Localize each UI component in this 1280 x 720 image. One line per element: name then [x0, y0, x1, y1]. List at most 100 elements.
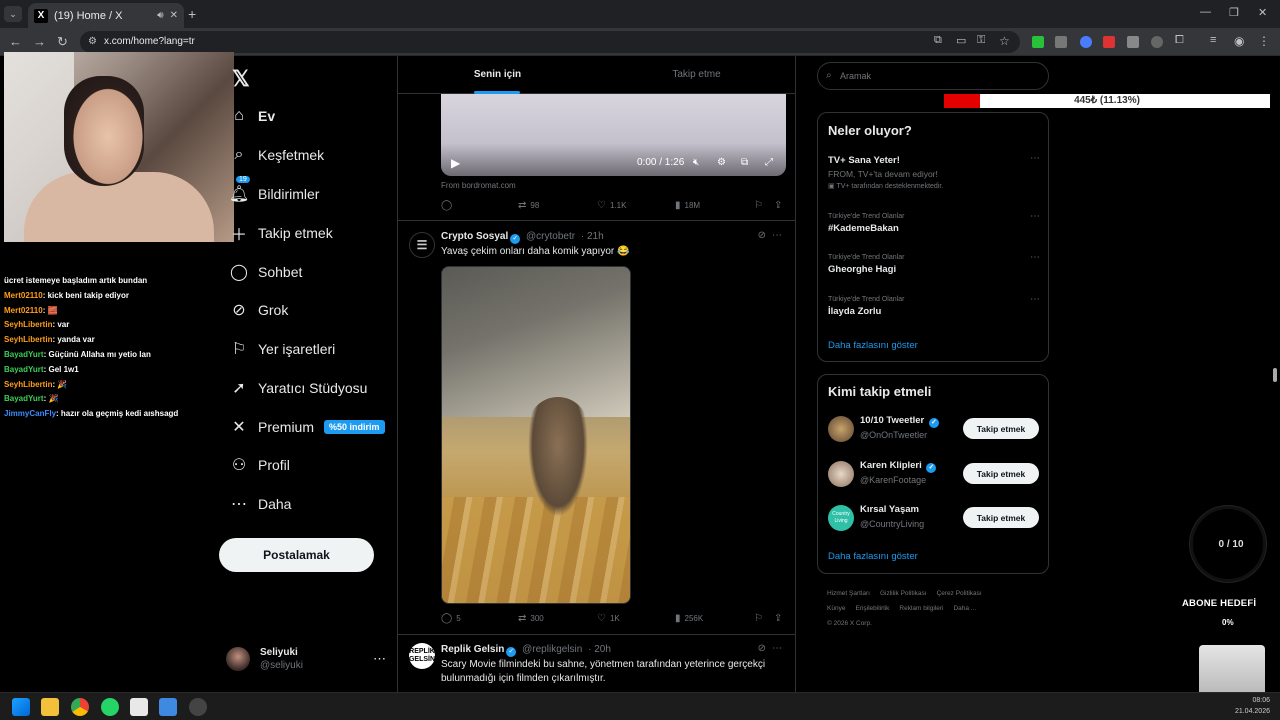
extension-green-icon[interactable] [1032, 36, 1044, 48]
follow-button[interactable]: Takip etmek [963, 507, 1039, 528]
chrome-icon[interactable] [71, 698, 89, 716]
tab-close-icon[interactable]: ✕ [170, 10, 178, 21]
cast-icon[interactable]: ▭ [956, 34, 966, 47]
show-more-link[interactable]: Daha fazlasını göster [828, 551, 918, 562]
footer-link[interactable]: Reklam bilgileri [899, 605, 943, 612]
nav-item-7[interactable]: ➚ Yaratıcı Stüdyosu [222, 372, 367, 404]
close-window-icon[interactable]: ✕ [1258, 6, 1267, 19]
grok-icon[interactable]: ⊘ [758, 230, 766, 241]
tweet-author-handle[interactable]: @replikgelsin [522, 644, 582, 655]
retweet-button[interactable]: ⇄ 98 [518, 200, 539, 211]
back-icon[interactable]: ← [9, 34, 22, 49]
follow-suggestion[interactable]: Country Living Kırsal Yaşam @CountryLivi… [828, 503, 1040, 533]
browser-tab-x-home[interactable]: X (19) Home / X 🔊︎ ✕ [28, 3, 184, 28]
tweet-author-name[interactable]: Crypto Sosyal [441, 231, 508, 242]
trend-item[interactable]: TV+ Sana Yeter! FROM, TV+'ta devam ediyo… [828, 153, 1040, 190]
reading-list-icon[interactable]: ≡ [1210, 34, 1216, 46]
nav-item-0[interactable]: ⌂ Ev [222, 100, 275, 132]
card-source[interactable]: From bordromat.com [441, 181, 516, 190]
trend-item[interactable]: Türkiye'de Trend Olanlar #KademeBakan ⋯ [828, 211, 1040, 234]
settings-gear-icon[interactable]: ⚙ [717, 157, 726, 168]
scrollbar-thumb[interactable] [1273, 368, 1277, 382]
mute-icon[interactable]: 🔇︎ [693, 157, 699, 168]
nav-item-10[interactable]: ⋯ Daha [222, 488, 291, 520]
search-input[interactable]: ⌕ Aramak [817, 62, 1049, 90]
more-horizontal-icon[interactable]: ⋯ [1030, 294, 1040, 305]
more-horizontal-icon[interactable]: ⋯ [772, 643, 782, 654]
bookmark-button[interactable]: ⚐ [754, 200, 767, 211]
extension-blue-icon[interactable] [1080, 36, 1092, 48]
tab-following[interactable]: Takip etme [597, 56, 795, 94]
footer-link[interactable]: © 2026 X Corp. [827, 620, 872, 627]
follow-suggestion[interactable]: Karen Klipleri ✓ @KarenFootage Takip etm… [828, 459, 1040, 489]
grok-icon[interactable]: ⊘ [758, 643, 766, 654]
nav-item-4[interactable]: ◯ Sohbet [222, 256, 302, 288]
nav-item-2[interactable]: 🔔︎ 19 Bildirimler [222, 176, 319, 210]
address-bar[interactable]: ⚙ x.com/home?lang=tr [80, 31, 1020, 53]
extension-z-icon[interactable] [1127, 36, 1139, 48]
more-horizontal-icon[interactable]: ⋯ [1030, 211, 1040, 222]
footer-link[interactable]: Gizlilik Politikası [880, 590, 927, 597]
minimize-icon[interactable]: — [1200, 6, 1211, 18]
bookmark-star-icon[interactable]: ☆ [999, 34, 1010, 48]
nav-item-8[interactable]: ✕ Premium %50 indirim [222, 411, 385, 443]
retweet-button[interactable]: ⇄ 300 [518, 613, 544, 624]
trend-item[interactable]: Türkiye'de Trend Olanlar İlayda Zorlu ⋯ [828, 294, 1040, 317]
password-key-icon[interactable]: ⚿ [977, 34, 985, 47]
views-button[interactable]: ▮ 18M [675, 200, 700, 211]
forward-icon[interactable]: → [33, 34, 46, 49]
footer-link[interactable]: Hizmet Şartları [827, 590, 870, 597]
app-icon[interactable] [130, 698, 148, 716]
bookmark-button[interactable]: ⚐ [754, 613, 767, 624]
tweet-media-video[interactable] [441, 266, 631, 604]
new-tab-button[interactable]: + [188, 6, 196, 22]
play-icon[interactable]: ▶ [451, 156, 460, 170]
extensions-puzzle-icon[interactable]: ⧠ [1175, 34, 1184, 47]
extension-grey-icon[interactable] [1055, 36, 1067, 48]
restore-icon[interactable]: ❐ [1229, 6, 1239, 19]
pip-icon[interactable]: ⧉ [741, 157, 748, 168]
more-horizontal-icon[interactable]: ⋯ [1030, 153, 1040, 164]
tweet-time[interactable]: · 21h [581, 231, 604, 242]
follow-suggestion[interactable]: 10/10 Tweetler ✓ @OnOnTweetler Takip etm… [828, 414, 1040, 444]
share-button[interactable]: ⇪ [774, 200, 786, 211]
reload-icon[interactable]: ↻ [57, 34, 68, 50]
reply-button[interactable]: ◯ 5 [441, 613, 461, 624]
translate-icon[interactable]: ⧉ [934, 34, 942, 47]
share-button[interactable]: ⇪ [774, 613, 786, 624]
tab-for-you[interactable]: Senin için [398, 56, 597, 94]
follow-button[interactable]: Takip etmek [963, 418, 1039, 439]
tab-audio-icon[interactable]: 🔊︎ [157, 10, 163, 21]
like-button[interactable]: ♡ 1.1K [597, 200, 626, 211]
x-logo-icon[interactable]: 𝕏 [232, 66, 250, 92]
show-more-link[interactable]: Daha fazlasını göster [828, 340, 918, 351]
reply-button[interactable]: ◯ [441, 200, 456, 211]
more-horizontal-icon[interactable]: ⋯ [772, 230, 782, 241]
nav-item-3[interactable]: ＋ Takip etmek [222, 217, 333, 249]
profile-icon[interactable]: ◉ [1234, 34, 1244, 48]
footer-link[interactable]: Erişilebilirlik [855, 605, 889, 612]
extension-circle-icon[interactable] [1151, 36, 1163, 48]
obs-icon[interactable] [189, 698, 207, 716]
system-clock[interactable]: 08:06 21.04.2026 [1235, 695, 1270, 717]
file-explorer-icon[interactable] [41, 698, 59, 716]
page-scrollbar[interactable] [1270, 56, 1280, 692]
footer-link[interactable]: Daha ... [953, 605, 976, 612]
like-button[interactable]: ♡ 1K [597, 613, 620, 624]
photos-icon[interactable] [159, 698, 177, 716]
nav-item-9[interactable]: ⚇ Profil [222, 449, 290, 481]
trend-item[interactable]: Türkiye'de Trend Olanlar Gheorghe Hagi ⋯ [828, 252, 1040, 275]
video-player[interactable]: ▶ 0:00 / 1:26 🔇︎ ⚙ ⧉ ⤢ [441, 94, 786, 176]
windows-start-icon[interactable] [12, 698, 30, 716]
site-info-icon[interactable]: ⚙ [88, 31, 97, 53]
avatar[interactable]: ☰ [409, 232, 435, 258]
whatsapp-icon[interactable] [101, 698, 119, 716]
tweet-author-handle[interactable]: @crytobetr [526, 231, 575, 242]
browser-menu-icon[interactable]: ⋮ [1258, 34, 1270, 48]
follow-button[interactable]: Takip etmek [963, 463, 1039, 484]
extension-red-icon[interactable] [1103, 36, 1115, 48]
nav-item-6[interactable]: ⚐ Yer işaretleri [222, 333, 335, 365]
footer-link[interactable]: Künye [827, 605, 845, 612]
more-horizontal-icon[interactable]: ⋯ [373, 651, 386, 667]
more-horizontal-icon[interactable]: ⋯ [1030, 252, 1040, 263]
